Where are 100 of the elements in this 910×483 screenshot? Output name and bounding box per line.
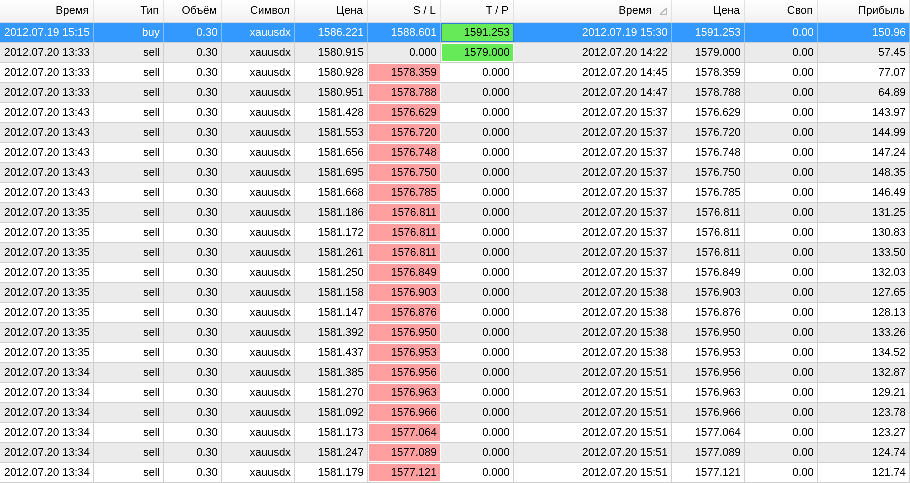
table-row[interactable]: 2012.07.20 13:34 sell 0.30 xauusdx 1581.270 1576.963 0.000 2012.07.20 15:51 1576.963 0.00 129.21 [0,383,910,403]
column-header[interactable]: Прибыль [818,0,910,22]
table-cell: 1576.956 [672,363,745,382]
table-row[interactable]: 2012.07.20 13:43 sell 0.30 xauusdx 1581.656 1576.748 0.000 2012.07.20 15:37 1576.748 0.00 147.24 [0,143,910,163]
table-cell: 1579.000 [441,43,514,62]
table-cell: 1576.811 [672,203,745,222]
table-cell: 1576.849 [672,263,745,282]
table-cell: xauusdx [222,183,295,202]
table-cell: 0.00 [745,403,818,422]
table-cell: 0.000 [441,403,514,422]
column-header[interactable]: Время [0,0,94,22]
column-header[interactable]: Цена [295,0,368,22]
table-row[interactable]: 2012.07.19 15:15 buy 0.30 xauusdx 1586.221 1588.601 1591.253 2012.07.19 15:30 1591.253 0.00 150.96 [0,23,910,43]
table-row[interactable]: 2012.07.20 13:33 sell 0.30 xauusdx 1580.915 0.000 1579.000 2012.07.20 14:22 1579.000 0.00 57.45 [0,43,910,63]
table-cell: 0.00 [745,23,818,42]
table-row[interactable]: 2012.07.20 13:34 sell 0.30 xauusdx 1581.247 1577.089 0.000 2012.07.20 15:51 1577.089 0.00 124.74 [0,443,910,463]
table-cell: 1580.915 [295,43,368,62]
column-header[interactable]: Своп [745,0,818,22]
table-cell: 2012.07.20 13:34 [0,403,94,422]
table-cell: 0.30 [164,383,222,402]
table-cell: 0.30 [164,183,222,202]
column-header[interactable]: Тип [94,0,164,22]
table-cell: sell [94,183,164,202]
table-cell: 0.000 [441,303,514,322]
table-row[interactable]: 2012.07.20 13:43 sell 0.30 xauusdx 1581.668 1576.785 0.000 2012.07.20 15:37 1576.785 0.00 146.49 [0,183,910,203]
table-row[interactable]: 2012.07.20 13:34 sell 0.30 xauusdx 1581.173 1577.064 0.000 2012.07.20 15:51 1577.064 0.00 123.27 [0,423,910,443]
table-cell: 1576.629 [672,103,745,122]
table-cell: 0.00 [745,203,818,222]
table-cell: 2012.07.20 13:43 [0,163,94,182]
table-row[interactable]: 2012.07.20 13:33 sell 0.30 xauusdx 1580.928 1578.359 0.000 2012.07.20 14:45 1578.359 0.00 77.07 [0,63,910,83]
table-cell: 1576.876 [672,303,745,322]
table-row[interactable]: 2012.07.20 13:35 sell 0.30 xauusdx 1581.158 1576.903 0.000 2012.07.20 15:38 1576.903 0.00 127.65 [0,283,910,303]
table-cell: 133.26 [818,323,910,342]
table-row[interactable]: 2012.07.20 13:34 sell 0.30 xauusdx 1581.092 1576.966 0.000 2012.07.20 15:51 1576.966 0.00 123.78 [0,403,910,423]
table-row[interactable]: 2012.07.20 13:43 sell 0.30 xauusdx 1581.695 1576.750 0.000 2012.07.20 15:37 1576.750 0.00 148.35 [0,163,910,183]
table-cell: 2012.07.20 13:35 [0,343,94,362]
table-cell: 1577.089 [672,443,745,462]
column-header[interactable]: S / L [368,0,441,22]
table-cell: 127.65 [818,283,910,302]
table-cell: 1576.750 [672,163,745,182]
table-cell: 1576.903 [672,283,745,302]
table-row[interactable]: 2012.07.20 13:35 sell 0.30 xauusdx 1581.392 1576.950 0.000 2012.07.20 15:38 1576.950 0.00 133.26 [0,323,910,343]
table-cell: 1576.966 [672,403,745,422]
column-header[interactable]: Цена [672,0,745,22]
table-cell: 1576.953 [672,343,745,362]
table-row[interactable]: 2012.07.20 13:35 sell 0.30 xauusdx 1581.261 1576.811 0.000 2012.07.20 15:37 1576.811 0.00 133.50 [0,243,910,263]
table-cell: 2012.07.20 15:51 [514,423,672,442]
table-cell: 2012.07.20 15:37 [514,223,672,242]
table-cell: 2012.07.20 15:51 [514,443,672,462]
column-header[interactable]: T / P [441,0,514,22]
table-cell: 0.00 [745,63,818,82]
table-cell: xauusdx [222,203,295,222]
table-cell: 0.00 [745,423,818,442]
table-cell: 2012.07.20 15:37 [514,123,672,142]
table-cell: 1577.089 [368,443,441,462]
table-row[interactable]: 2012.07.20 13:34 sell 0.30 xauusdx 1581.179 1577.121 0.000 2012.07.20 15:51 1577.121 0.00 121.74 [0,463,910,483]
table-cell: 2012.07.20 13:34 [0,423,94,442]
table-cell: 0.00 [745,223,818,242]
table-cell: 2012.07.20 13:43 [0,143,94,162]
table-cell: 1576.811 [672,223,745,242]
table-cell: 0.000 [441,243,514,262]
table-row[interactable]: 2012.07.20 13:43 sell 0.30 xauusdx 1581.428 1576.629 0.000 2012.07.20 15:37 1576.629 0.00 143.97 [0,103,910,123]
column-header[interactable]: Объём [164,0,222,22]
table-cell: 0.30 [164,223,222,242]
table-cell: 0.000 [441,83,514,102]
table-cell: xauusdx [222,303,295,322]
table-cell: xauusdx [222,343,295,362]
table-row[interactable]: 2012.07.20 13:43 sell 0.30 xauusdx 1581.553 1576.720 0.000 2012.07.20 15:37 1576.720 0.00 144.99 [0,123,910,143]
table-cell: 2012.07.20 13:33 [0,83,94,102]
table-row[interactable]: 2012.07.20 13:35 sell 0.30 xauusdx 1581.250 1576.849 0.000 2012.07.20 15:37 1576.849 0.00 132.03 [0,263,910,283]
table-cell: 1576.785 [368,183,441,202]
table-cell: 2012.07.20 15:37 [514,183,672,202]
table-cell: 0.00 [745,123,818,142]
table-cell: xauusdx [222,83,295,102]
table-cell: 2012.07.20 13:43 [0,123,94,142]
table-cell: 148.35 [818,163,910,182]
column-header[interactable]: Время [514,0,672,22]
table-cell: xauusdx [222,463,295,482]
table-cell: sell [94,83,164,102]
table-cell: 2012.07.20 15:51 [514,403,672,422]
table-cell: 121.74 [818,463,910,482]
table-cell: 0.00 [745,303,818,322]
table-cell: xauusdx [222,323,295,342]
table-cell: 2012.07.20 13:35 [0,243,94,262]
table-row[interactable]: 2012.07.20 13:33 sell 0.30 xauusdx 1580.951 1578.788 0.000 2012.07.20 14:47 1578.788 0.00 64.89 [0,83,910,103]
column-header[interactable]: Символ [222,0,295,22]
table-row[interactable]: 2012.07.20 13:35 sell 0.30 xauusdx 1581.147 1576.876 0.000 2012.07.20 15:38 1576.876 0.00 128.13 [0,303,910,323]
table-row[interactable]: 2012.07.20 13:35 sell 0.30 xauusdx 1581.186 1576.811 0.000 2012.07.20 15:37 1576.811 0.00 131.25 [0,203,910,223]
table-row[interactable]: 2012.07.20 13:35 sell 0.30 xauusdx 1581.437 1576.953 0.000 2012.07.20 15:38 1576.953 0.00 134.52 [0,343,910,363]
table-cell: xauusdx [222,243,295,262]
table-row[interactable]: 2012.07.20 13:35 sell 0.30 xauusdx 1581.172 1576.811 0.000 2012.07.20 15:37 1576.811 0.00 130.83 [0,223,910,243]
table-cell: 1576.720 [672,123,745,142]
table-cell: xauusdx [222,43,295,62]
table-cell: 2012.07.20 13:34 [0,383,94,402]
table-row[interactable]: 2012.07.20 13:34 sell 0.30 xauusdx 1581.385 1576.956 0.000 2012.07.20 15:51 1576.956 0.00 132.87 [0,363,910,383]
table-cell: sell [94,43,164,62]
table-cell: 129.21 [818,383,910,402]
table-cell: sell [94,163,164,182]
table-cell: 1591.253 [441,23,514,42]
table-cell: 64.89 [818,83,910,102]
